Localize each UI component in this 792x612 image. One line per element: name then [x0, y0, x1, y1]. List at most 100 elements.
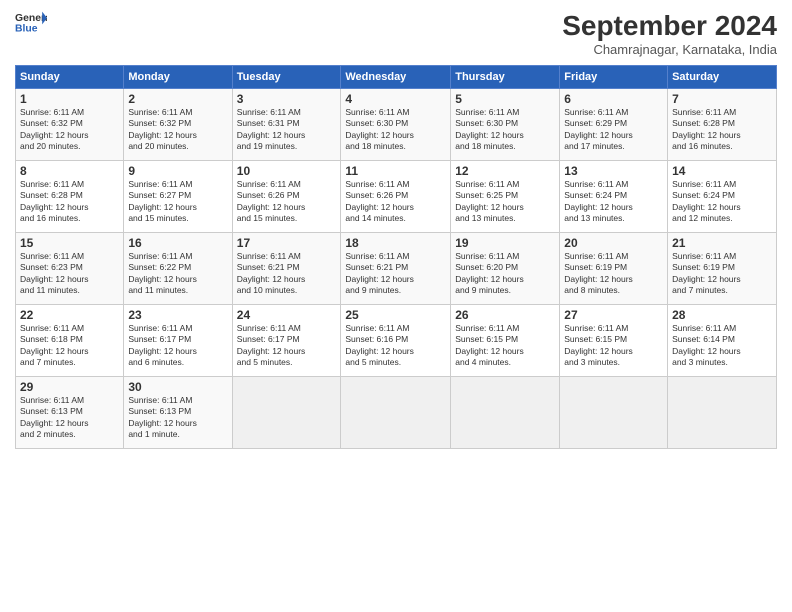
day-info: Sunrise: 6:11 AM Sunset: 6:19 PM Dayligh…	[564, 251, 663, 297]
calendar-cell: 6Sunrise: 6:11 AM Sunset: 6:29 PM Daylig…	[560, 89, 668, 161]
calendar-cell	[560, 377, 668, 449]
day-info: Sunrise: 6:11 AM Sunset: 6:13 PM Dayligh…	[20, 395, 119, 441]
calendar-cell: 14Sunrise: 6:11 AM Sunset: 6:24 PM Dayli…	[668, 161, 777, 233]
day-number: 29	[20, 380, 119, 394]
day-info: Sunrise: 6:11 AM Sunset: 6:14 PM Dayligh…	[672, 323, 772, 369]
day-number: 3	[237, 92, 337, 106]
day-number: 16	[128, 236, 227, 250]
weekday-header-saturday: Saturday	[668, 66, 777, 89]
day-number: 18	[345, 236, 446, 250]
day-number: 9	[128, 164, 227, 178]
calendar-cell: 23Sunrise: 6:11 AM Sunset: 6:17 PM Dayli…	[124, 305, 232, 377]
logo-icon: General Blue	[15, 10, 47, 38]
calendar-cell: 16Sunrise: 6:11 AM Sunset: 6:22 PM Dayli…	[124, 233, 232, 305]
calendar-cell: 15Sunrise: 6:11 AM Sunset: 6:23 PM Dayli…	[16, 233, 124, 305]
calendar-cell: 12Sunrise: 6:11 AM Sunset: 6:25 PM Dayli…	[451, 161, 560, 233]
day-number: 4	[345, 92, 446, 106]
day-info: Sunrise: 6:11 AM Sunset: 6:25 PM Dayligh…	[455, 179, 555, 225]
day-number: 25	[345, 308, 446, 322]
weekday-header-wednesday: Wednesday	[341, 66, 451, 89]
day-number: 24	[237, 308, 337, 322]
title-block: September 2024 Chamrajnagar, Karnataka, …	[562, 10, 777, 57]
calendar-cell: 17Sunrise: 6:11 AM Sunset: 6:21 PM Dayli…	[232, 233, 341, 305]
day-number: 2	[128, 92, 227, 106]
day-info: Sunrise: 6:11 AM Sunset: 6:19 PM Dayligh…	[672, 251, 772, 297]
day-number: 28	[672, 308, 772, 322]
weekday-header-friday: Friday	[560, 66, 668, 89]
weekday-header-monday: Monday	[124, 66, 232, 89]
day-number: 7	[672, 92, 772, 106]
day-number: 19	[455, 236, 555, 250]
day-number: 6	[564, 92, 663, 106]
day-info: Sunrise: 6:11 AM Sunset: 6:30 PM Dayligh…	[345, 107, 446, 153]
calendar-cell: 22Sunrise: 6:11 AM Sunset: 6:18 PM Dayli…	[16, 305, 124, 377]
day-info: Sunrise: 6:11 AM Sunset: 6:13 PM Dayligh…	[128, 395, 227, 441]
calendar-cell: 26Sunrise: 6:11 AM Sunset: 6:15 PM Dayli…	[451, 305, 560, 377]
weekday-header-sunday: Sunday	[16, 66, 124, 89]
day-info: Sunrise: 6:11 AM Sunset: 6:24 PM Dayligh…	[564, 179, 663, 225]
page: General Blue September 2024 Chamrajnagar…	[0, 0, 792, 612]
day-info: Sunrise: 6:11 AM Sunset: 6:18 PM Dayligh…	[20, 323, 119, 369]
day-info: Sunrise: 6:11 AM Sunset: 6:16 PM Dayligh…	[345, 323, 446, 369]
day-number: 26	[455, 308, 555, 322]
day-number: 5	[455, 92, 555, 106]
calendar-cell: 28Sunrise: 6:11 AM Sunset: 6:14 PM Dayli…	[668, 305, 777, 377]
calendar-cell: 4Sunrise: 6:11 AM Sunset: 6:30 PM Daylig…	[341, 89, 451, 161]
day-number: 14	[672, 164, 772, 178]
calendar-cell	[451, 377, 560, 449]
day-info: Sunrise: 6:11 AM Sunset: 6:24 PM Dayligh…	[672, 179, 772, 225]
day-info: Sunrise: 6:11 AM Sunset: 6:26 PM Dayligh…	[345, 179, 446, 225]
day-info: Sunrise: 6:11 AM Sunset: 6:32 PM Dayligh…	[128, 107, 227, 153]
day-number: 17	[237, 236, 337, 250]
day-info: Sunrise: 6:11 AM Sunset: 6:17 PM Dayligh…	[128, 323, 227, 369]
calendar-cell: 2Sunrise: 6:11 AM Sunset: 6:32 PM Daylig…	[124, 89, 232, 161]
calendar-cell: 30Sunrise: 6:11 AM Sunset: 6:13 PM Dayli…	[124, 377, 232, 449]
day-number: 13	[564, 164, 663, 178]
day-number: 30	[128, 380, 227, 394]
day-number: 1	[20, 92, 119, 106]
day-number: 12	[455, 164, 555, 178]
calendar-cell: 19Sunrise: 6:11 AM Sunset: 6:20 PM Dayli…	[451, 233, 560, 305]
subtitle: Chamrajnagar, Karnataka, India	[562, 42, 777, 57]
day-number: 11	[345, 164, 446, 178]
day-info: Sunrise: 6:11 AM Sunset: 6:28 PM Dayligh…	[20, 179, 119, 225]
calendar-cell: 27Sunrise: 6:11 AM Sunset: 6:15 PM Dayli…	[560, 305, 668, 377]
calendar-cell: 11Sunrise: 6:11 AM Sunset: 6:26 PM Dayli…	[341, 161, 451, 233]
calendar-cell	[232, 377, 341, 449]
day-info: Sunrise: 6:11 AM Sunset: 6:29 PM Dayligh…	[564, 107, 663, 153]
calendar-cell	[668, 377, 777, 449]
logo: General Blue	[15, 10, 47, 38]
main-title: September 2024	[562, 10, 777, 42]
day-info: Sunrise: 6:11 AM Sunset: 6:31 PM Dayligh…	[237, 107, 337, 153]
day-info: Sunrise: 6:11 AM Sunset: 6:20 PM Dayligh…	[455, 251, 555, 297]
day-number: 27	[564, 308, 663, 322]
calendar-cell: 13Sunrise: 6:11 AM Sunset: 6:24 PM Dayli…	[560, 161, 668, 233]
calendar-cell: 10Sunrise: 6:11 AM Sunset: 6:26 PM Dayli…	[232, 161, 341, 233]
calendar-cell: 24Sunrise: 6:11 AM Sunset: 6:17 PM Dayli…	[232, 305, 341, 377]
calendar-cell: 7Sunrise: 6:11 AM Sunset: 6:28 PM Daylig…	[668, 89, 777, 161]
day-info: Sunrise: 6:11 AM Sunset: 6:30 PM Dayligh…	[455, 107, 555, 153]
day-info: Sunrise: 6:11 AM Sunset: 6:23 PM Dayligh…	[20, 251, 119, 297]
weekday-header-tuesday: Tuesday	[232, 66, 341, 89]
calendar-cell: 25Sunrise: 6:11 AM Sunset: 6:16 PM Dayli…	[341, 305, 451, 377]
day-number: 10	[237, 164, 337, 178]
day-info: Sunrise: 6:11 AM Sunset: 6:22 PM Dayligh…	[128, 251, 227, 297]
calendar-cell: 5Sunrise: 6:11 AM Sunset: 6:30 PM Daylig…	[451, 89, 560, 161]
calendar-cell: 21Sunrise: 6:11 AM Sunset: 6:19 PM Dayli…	[668, 233, 777, 305]
svg-text:Blue: Blue	[15, 24, 38, 35]
day-info: Sunrise: 6:11 AM Sunset: 6:21 PM Dayligh…	[345, 251, 446, 297]
weekday-header-thursday: Thursday	[451, 66, 560, 89]
calendar-cell: 9Sunrise: 6:11 AM Sunset: 6:27 PM Daylig…	[124, 161, 232, 233]
day-number: 15	[20, 236, 119, 250]
calendar-cell	[341, 377, 451, 449]
day-info: Sunrise: 6:11 AM Sunset: 6:32 PM Dayligh…	[20, 107, 119, 153]
day-number: 23	[128, 308, 227, 322]
calendar-cell: 8Sunrise: 6:11 AM Sunset: 6:28 PM Daylig…	[16, 161, 124, 233]
day-info: Sunrise: 6:11 AM Sunset: 6:21 PM Dayligh…	[237, 251, 337, 297]
day-number: 22	[20, 308, 119, 322]
header: General Blue September 2024 Chamrajnagar…	[15, 10, 777, 57]
day-info: Sunrise: 6:11 AM Sunset: 6:26 PM Dayligh…	[237, 179, 337, 225]
day-info: Sunrise: 6:11 AM Sunset: 6:28 PM Dayligh…	[672, 107, 772, 153]
calendar-cell: 3Sunrise: 6:11 AM Sunset: 6:31 PM Daylig…	[232, 89, 341, 161]
calendar-cell: 1Sunrise: 6:11 AM Sunset: 6:32 PM Daylig…	[16, 89, 124, 161]
